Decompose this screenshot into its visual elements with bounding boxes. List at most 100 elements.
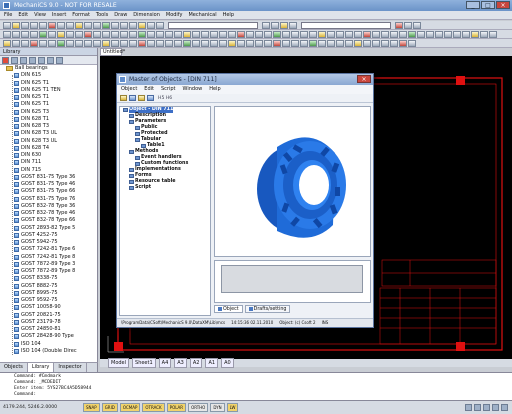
help-icon[interactable] — [399, 39, 407, 47]
menu-dimension[interactable]: Dimension — [133, 11, 160, 19]
copy-props-icon[interactable] — [111, 39, 119, 47]
tab-inspector[interactable]: Inspector — [54, 363, 87, 372]
block-icon[interactable] — [57, 30, 65, 38]
linetype-icon[interactable] — [404, 21, 412, 29]
polar-icon[interactable] — [174, 39, 182, 47]
redo-icon[interactable] — [93, 21, 101, 29]
balloon-icon[interactable] — [327, 30, 335, 38]
mode-toggle-ortho[interactable]: ORTHO — [188, 403, 209, 412]
array-icon[interactable] — [138, 30, 146, 38]
bearing-icon[interactable] — [408, 30, 416, 38]
library-item[interactable]: DIN 628 T3 UL — [14, 130, 97, 137]
find-icon[interactable] — [21, 39, 29, 47]
library-item[interactable]: GOST 20821-75 — [14, 312, 97, 319]
weld-icon[interactable] — [264, 30, 272, 38]
run-icon[interactable] — [147, 95, 154, 101]
roughness-icon[interactable] — [255, 30, 263, 38]
section-icon[interactable] — [282, 30, 290, 38]
library-item[interactable]: GOST 8338-75 — [14, 275, 97, 282]
color-icon[interactable] — [395, 21, 403, 29]
folder-icon[interactable] — [11, 57, 18, 64]
scale-icon[interactable] — [111, 30, 119, 38]
insert-object-icon[interactable] — [48, 39, 56, 47]
rivet-icon[interactable] — [435, 30, 443, 38]
etransmit-icon[interactable] — [273, 39, 281, 47]
shaft-icon[interactable] — [354, 30, 362, 38]
unlink-icon[interactable] — [93, 39, 101, 47]
spring-icon[interactable] — [363, 30, 371, 38]
field-icon[interactable] — [309, 39, 317, 47]
measure-icon[interactable] — [120, 39, 128, 47]
layout-icon[interactable] — [237, 39, 245, 47]
gear-icon[interactable] — [372, 30, 380, 38]
tool-palette-icon[interactable] — [156, 21, 164, 29]
render-icon[interactable] — [228, 39, 236, 47]
grid-icon[interactable] — [156, 39, 164, 47]
offset-icon[interactable] — [129, 30, 137, 38]
link-icon[interactable] — [84, 39, 92, 47]
object-preview[interactable] — [214, 106, 371, 257]
text-icon[interactable] — [66, 30, 74, 38]
library-item[interactable]: DIN 628 T4 — [14, 145, 97, 152]
tolerance-icon[interactable] — [237, 30, 245, 38]
library-item[interactable]: DIN 628 T3 — [14, 123, 97, 130]
match-icon[interactable] — [75, 21, 83, 29]
dialog-menu-object[interactable]: Object — [121, 85, 137, 94]
washer-icon[interactable] — [399, 30, 407, 38]
menu-edit[interactable]: Edit — [18, 11, 28, 19]
otrack-icon[interactable] — [192, 39, 200, 47]
refresh-icon[interactable] — [12, 39, 20, 47]
lock-icon[interactable] — [102, 39, 110, 47]
dialog-menu-script[interactable]: Script — [161, 85, 176, 94]
library-item[interactable]: GOST 832-78 Type 36 — [14, 203, 97, 210]
list-icon[interactable] — [129, 39, 137, 47]
library-item[interactable]: GOST 7242-81 Type 8 — [14, 254, 97, 261]
text-style-icon[interactable] — [262, 21, 270, 29]
grip-marker[interactable] — [456, 342, 465, 351]
tab-object[interactable]: Object — [214, 305, 243, 313]
list-view-icon[interactable] — [20, 57, 27, 64]
close-button[interactable]: × — [496, 1, 510, 9]
menu-insert[interactable]: Insert — [52, 11, 66, 19]
lock-icon[interactable] — [492, 404, 499, 411]
annotation-icon[interactable] — [474, 404, 481, 411]
extend-icon[interactable] — [156, 30, 164, 38]
mode-toggle-snap[interactable]: SNAP — [83, 403, 100, 412]
close-icon[interactable] — [2, 57, 9, 64]
menu-modify[interactable]: Modify — [166, 11, 183, 19]
menu-mechanical[interactable]: Mechanical — [188, 11, 216, 19]
command-prompt[interactable]: Command: — [14, 392, 509, 398]
undo-icon[interactable] — [84, 21, 92, 29]
lisp-icon[interactable] — [390, 39, 398, 47]
xref-icon[interactable] — [282, 39, 290, 47]
library-item[interactable]: DIN 711 — [14, 159, 97, 166]
lineweight-icon[interactable] — [413, 21, 421, 29]
pin-icon[interactable] — [417, 30, 425, 38]
library-item[interactable]: ISO 104 — [14, 341, 97, 348]
preview-icon[interactable] — [39, 21, 47, 29]
library-item[interactable]: GOST 8882-75 — [14, 283, 97, 290]
title-block-icon[interactable] — [336, 30, 344, 38]
library-item[interactable]: GOST 2893-82 Type 5 — [14, 225, 97, 232]
explode-icon[interactable] — [183, 30, 191, 38]
ucs-icon[interactable] — [201, 39, 209, 47]
library-item[interactable]: GOST 10058-90 — [14, 304, 97, 311]
view-icon[interactable] — [291, 30, 299, 38]
library-item[interactable]: GOST 7872-89 Type 8 — [14, 268, 97, 275]
delete-icon[interactable] — [30, 39, 38, 47]
dim-radius-icon[interactable] — [210, 30, 218, 38]
menu-draw[interactable]: Draw — [114, 11, 127, 19]
dim-aligned-icon[interactable] — [201, 30, 209, 38]
table-icon[interactable] — [75, 30, 83, 38]
style-combo[interactable] — [168, 21, 258, 29]
edit-icon[interactable] — [39, 39, 47, 47]
chamfer-icon[interactable] — [174, 30, 182, 38]
script-icon[interactable] — [363, 39, 371, 47]
properties-grid[interactable] — [221, 265, 363, 293]
nut-icon[interactable] — [390, 30, 398, 38]
tab-a2[interactable]: A2 — [189, 358, 203, 368]
leader-icon[interactable] — [246, 30, 254, 38]
library-item[interactable]: GOST 24850-81 — [14, 326, 97, 333]
mode-toggle-polar[interactable]: POLAR — [166, 403, 187, 412]
tab-a4[interactable]: A4 — [158, 358, 172, 368]
